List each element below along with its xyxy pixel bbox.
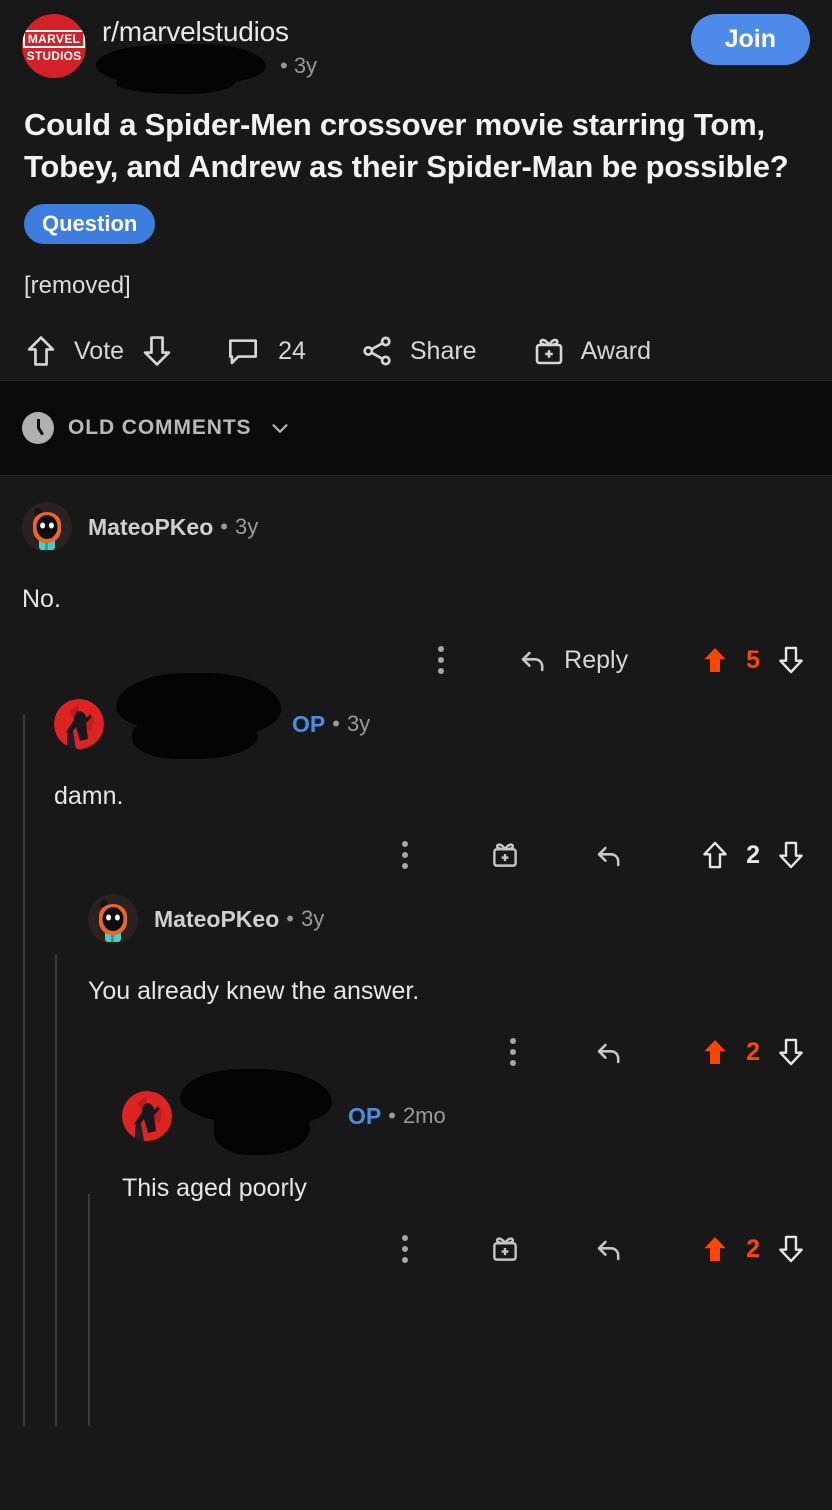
comment-bubble-icon <box>224 332 262 370</box>
comment-separator: • <box>332 711 340 737</box>
join-button[interactable]: Join <box>690 14 810 65</box>
comment-header: MateoPKeo • 3y <box>88 894 808 945</box>
more-options-icon[interactable] <box>510 1038 517 1067</box>
comment-username[interactable]: MateoPKeo <box>88 514 213 541</box>
comment-separator: • <box>220 514 228 540</box>
avatar[interactable] <box>54 699 104 750</box>
post-title: Could a Spider-Men crossover movie starr… <box>24 107 789 185</box>
vote-count: 2 <box>746 840 760 869</box>
op-badge: OP <box>292 710 326 737</box>
vote-count: 2 <box>746 1234 760 1263</box>
post-body-text: [removed] <box>24 272 131 300</box>
comments-sort-bar[interactable]: OLD COMMENTS <box>0 380 832 477</box>
post-action-bar: Vote 24 Share Award <box>0 300 832 380</box>
downvote-icon[interactable] <box>138 332 176 370</box>
comment-age: 2mo <box>402 1103 446 1129</box>
comment-age: 3y <box>300 906 325 932</box>
comment-body: You already knew the answer. <box>88 977 420 1006</box>
comment-action-row: Reply 5 <box>22 643 808 677</box>
post-flair-question[interactable]: Question <box>24 204 156 245</box>
subreddit-avatar-marvel-studios[interactable]: MARVEL STUDIOS <box>22 14 86 78</box>
award-gift-icon[interactable] <box>488 1232 522 1266</box>
vote-label: Vote <box>74 336 125 365</box>
comment-action-row: 2 <box>88 1035 808 1069</box>
avatar[interactable] <box>88 894 138 945</box>
vote-count: 5 <box>746 645 760 674</box>
chevron-down-icon[interactable] <box>267 415 293 441</box>
award-gift-icon <box>531 333 567 369</box>
upvote-icon[interactable] <box>698 1035 732 1069</box>
redaction-blob-username-2 <box>132 715 258 760</box>
post-comments-button[interactable]: 24 <box>224 332 306 370</box>
reply-icon[interactable] <box>592 1232 626 1266</box>
more-options-icon[interactable] <box>402 1235 409 1264</box>
downvote-icon[interactable] <box>774 1035 808 1069</box>
reply-button[interactable]: Reply <box>516 643 628 677</box>
post-header: MARVEL STUDIOS r/marvelstudios • 3y Join <box>0 0 832 100</box>
post-age: • 3y <box>280 53 318 79</box>
more-options-icon[interactable] <box>438 646 445 675</box>
reply-icon[interactable] <box>592 1035 626 1069</box>
upvote-icon[interactable] <box>22 332 60 370</box>
comment-username[interactable]: MateoPKeo <box>154 906 279 933</box>
redaction-blob-author <box>96 44 266 95</box>
marvel-logo-text: MARVEL <box>27 32 81 46</box>
upvote-icon[interactable] <box>698 1232 732 1266</box>
comment-item: MateoPKeo • 3y No. Reply 5 <box>0 476 832 677</box>
comment-body: This aged poorly <box>122 1174 307 1203</box>
clock-icon <box>22 412 54 445</box>
share-icon <box>358 332 396 370</box>
post-vote-group: Vote <box>22 332 176 370</box>
comment-separator: • <box>388 1103 396 1129</box>
comment-header: MateoPKeo • 3y <box>22 502 808 553</box>
sort-label: OLD COMMENTS <box>68 416 252 440</box>
vote-count: 2 <box>746 1037 760 1066</box>
comment-item: OP • 3y damn. 2 <box>0 673 832 872</box>
share-label: Share <box>409 336 477 365</box>
comment-action-row: 2 <box>122 1232 808 1266</box>
comment-header: OP • 2mo <box>122 1069 808 1156</box>
downvote-icon[interactable] <box>774 838 808 872</box>
comments-list: MateoPKeo • 3y No. Reply 5 OP • 3y damn.… <box>0 476 832 1427</box>
post-share-button[interactable]: Share <box>358 332 477 370</box>
award-label: Award <box>580 336 652 365</box>
comment-age: 3y <box>346 711 371 737</box>
reply-icon[interactable] <box>592 838 626 872</box>
more-options-icon[interactable] <box>402 841 409 870</box>
downvote-icon[interactable] <box>774 643 808 677</box>
upvote-icon[interactable] <box>698 643 732 677</box>
comment-item: MateoPKeo • 3y You already knew the answ… <box>0 872 832 1069</box>
redaction-blob-username-2 <box>214 1103 310 1156</box>
comment-body: damn. <box>54 782 124 811</box>
upvote-icon[interactable] <box>698 838 732 872</box>
studios-logo-text: STUDIOS <box>26 49 82 63</box>
post-award-button[interactable]: Award <box>531 333 651 369</box>
post-flair-row: Question <box>0 188 832 245</box>
comment-count: 24 <box>278 336 306 365</box>
op-badge: OP <box>348 1102 382 1129</box>
marvel-logo-box: MARVEL <box>22 30 86 48</box>
reply-label: Reply <box>564 645 629 674</box>
award-gift-icon[interactable] <box>488 838 522 872</box>
avatar[interactable] <box>22 502 72 553</box>
downvote-icon[interactable] <box>774 1232 808 1266</box>
comment-separator: • <box>286 906 294 932</box>
comment-item: OP • 2mo This aged poorly 2 <box>0 1069 832 1266</box>
comment-body: No. <box>22 585 61 614</box>
comment-action-row: 2 <box>54 838 808 872</box>
avatar[interactable] <box>122 1091 172 1142</box>
comment-age: 3y <box>234 514 259 540</box>
comment-header: OP • 3y <box>54 673 808 760</box>
